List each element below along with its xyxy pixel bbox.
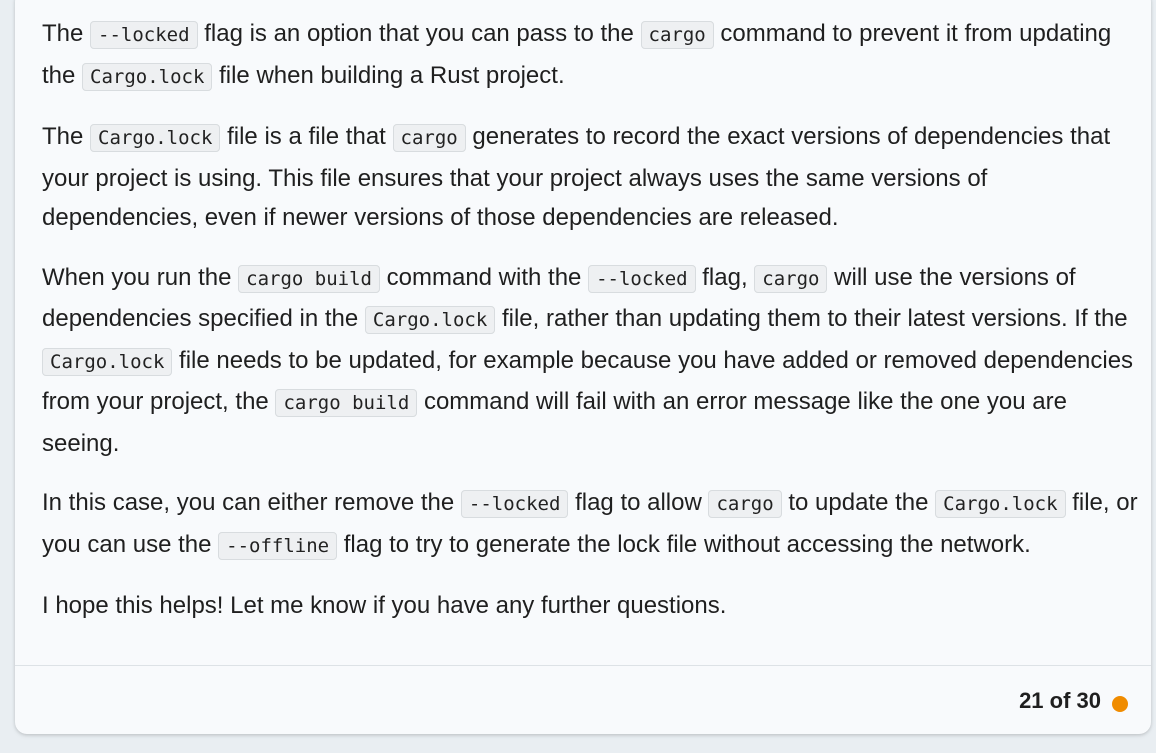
inline-code: cargo (392, 124, 466, 152)
inline-code: cargo build (275, 389, 418, 417)
text: flag, (695, 263, 755, 291)
inline-code: cargo (640, 21, 714, 49)
inline-code: Cargo.lock (364, 306, 496, 334)
paragraph-closing: I hope this helps! Let me know if you ha… (42, 586, 1142, 626)
inline-code: Cargo.lock (82, 62, 213, 91)
text: file when building a Rust project. (212, 61, 565, 89)
inline-code: --locked (90, 21, 198, 49)
text: command with the (379, 263, 589, 291)
text: In this case, you can either remove the (42, 489, 461, 516)
inline-code: Cargo.lock (935, 490, 1066, 518)
text: to update the (781, 489, 936, 516)
message-content: The --locked flag is an option that you … (42, 14, 1142, 626)
inline-code: cargo (708, 490, 782, 518)
inline-code: cargo build (238, 264, 380, 293)
status-dot-icon (1112, 696, 1128, 712)
text: flag is an option that you can pass to t… (197, 20, 641, 47)
page-indicator: 21 of 30 (1019, 688, 1101, 713)
text: The (42, 123, 91, 150)
message-card: The --locked flag is an option that you … (15, 0, 1151, 734)
paragraph-solution: In this case, you can either remove the … (42, 483, 1142, 566)
text: I hope this helps! Let me know if you ha… (42, 592, 727, 619)
text: The (42, 20, 91, 47)
inline-code: --locked (460, 490, 569, 518)
inline-code: Cargo.lock (42, 347, 173, 376)
paragraph-locked-flag: The --locked flag is an option that you … (42, 14, 1142, 97)
paragraph-cargo-build: When you run the cargo build command wit… (42, 258, 1142, 464)
inline-code: Cargo.lock (90, 124, 221, 152)
text: flag to try to generate the lock file wi… (337, 530, 1031, 558)
text: When you run the (42, 263, 239, 291)
message-footer: 21 of 30 (15, 665, 1151, 734)
inline-code: --locked (588, 264, 696, 293)
text: file is a file that (220, 123, 393, 150)
inline-code: cargo (754, 264, 828, 293)
text: flag to allow (568, 489, 709, 516)
inline-code: --offline (218, 531, 338, 560)
paragraph-cargo-lock: The Cargo.lock file is a file that cargo… (42, 117, 1142, 238)
text: file, rather than updating them to their… (495, 305, 1128, 332)
